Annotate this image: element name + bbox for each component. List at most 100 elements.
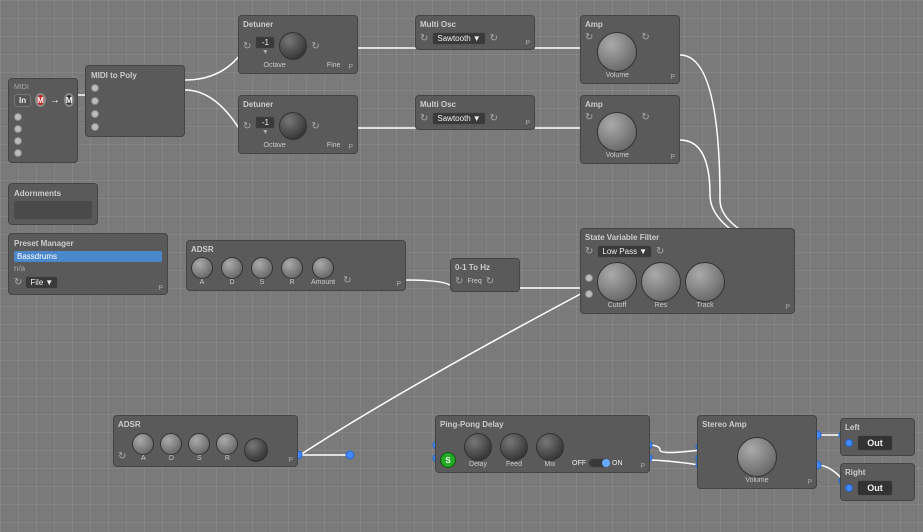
out-left-port[interactable]	[845, 439, 853, 447]
detuner1-value[interactable]: -1	[255, 36, 275, 49]
preset-manager-module: Preset Manager Bassdrums n/a File ▼ P	[8, 233, 168, 295]
adsr1-s-knob[interactable]	[251, 257, 273, 279]
adsr1-a-knob[interactable]	[191, 257, 213, 279]
multiosc1-refresh-left[interactable]	[420, 33, 428, 44]
poly-port-2[interactable]	[91, 97, 99, 105]
detuner1-refresh-right[interactable]	[311, 41, 319, 52]
svf-filter-dropdown[interactable]: Low Pass ▼	[597, 245, 652, 258]
preset-dropdown-arrow: ▼	[45, 278, 53, 287]
amp2-refresh-right[interactable]	[641, 112, 649, 123]
adsr1-s-label: S	[260, 279, 265, 286]
adsr2-extra-knob[interactable]	[244, 438, 268, 462]
preset-manager-refresh[interactable]	[14, 277, 22, 288]
preset-file-dropdown[interactable]: File ▼	[25, 276, 58, 289]
svf-filter-label: Low Pass	[602, 247, 637, 256]
stereo-amp-title: Stereo Amp	[702, 420, 812, 429]
toggle-off-label: OFF	[572, 460, 586, 467]
multiosc2-waveform-dropdown[interactable]: Sawtooth ▼	[432, 112, 485, 125]
svf-res-knob[interactable]	[641, 262, 681, 302]
ping-pong-toggle[interactable]: OFF ON	[572, 458, 623, 468]
adsr1-amount-knob[interactable]	[312, 257, 334, 279]
ping-pong-p-label: P	[640, 463, 645, 470]
ping-pong-delay-label: Delay	[469, 461, 487, 468]
poly-port-1[interactable]	[91, 84, 99, 92]
out-right-port[interactable]	[845, 484, 853, 492]
ping-pong-title: Ping-Pong Delay	[440, 420, 645, 429]
detuner-1-module: Detuner -1 ▼ Octave Fine P	[238, 15, 358, 74]
amp1-refresh-right[interactable]	[641, 32, 649, 43]
adsr1-r-knob[interactable]	[281, 257, 303, 279]
midi-port-3[interactable]	[14, 137, 22, 145]
stereo-amp-volume-knob[interactable]	[737, 437, 777, 477]
zero-to-hz-refresh-left[interactable]	[455, 276, 463, 287]
adsr1-d-knob[interactable]	[221, 257, 243, 279]
detuner2-down-arrow[interactable]: ▼	[262, 129, 269, 136]
svf-res-label: Res	[655, 302, 667, 309]
adsr2-s-label: S	[197, 455, 202, 462]
detuner2-refresh-right[interactable]	[311, 121, 319, 132]
midi-port-1[interactable]	[14, 113, 22, 121]
detuner1-octave-label: Octave	[264, 62, 286, 69]
adsr2-r-knob[interactable]	[216, 433, 238, 455]
zero-to-hz-module: 0-1 To Hz Freq	[450, 258, 520, 292]
amp2-volume-knob[interactable]	[597, 112, 637, 152]
ping-pong-s-icon[interactable]: S	[440, 452, 456, 468]
poly-port-4[interactable]	[91, 123, 99, 131]
ping-pong-module: Ping-Pong Delay S Delay Feed Mix OFF ON …	[435, 415, 650, 473]
ping-pong-mix-label: Mix	[545, 461, 556, 468]
multiosc1-p-label: P	[525, 40, 530, 47]
toggle-track[interactable]	[588, 458, 610, 468]
midi-port-2[interactable]	[14, 125, 22, 133]
multiosc-1-module: Multi Osc Sawtooth ▼ P	[415, 15, 535, 50]
detuner2-refresh-left[interactable]	[243, 121, 251, 132]
amp2-refresh-left[interactable]	[585, 112, 593, 123]
adsr1-r-label: R	[289, 279, 294, 286]
midi-port-4[interactable]	[14, 149, 22, 157]
zero-to-hz-refresh-right[interactable]	[486, 276, 494, 287]
svf-refresh-right[interactable]	[656, 246, 664, 257]
svf-p-label: P	[785, 304, 790, 311]
adsr2-s-knob[interactable]	[188, 433, 210, 455]
adornments-module: Adornments	[8, 183, 98, 225]
svf-refresh-left[interactable]	[585, 246, 593, 257]
multiosc2-refresh-left[interactable]	[420, 113, 428, 124]
stereo-amp-p-label: P	[807, 479, 812, 486]
out-right-title: Right	[845, 468, 910, 477]
ping-pong-mix-knob[interactable]	[536, 433, 564, 461]
detuner1-fine-label: Fine	[327, 62, 341, 69]
amp1-volume-knob[interactable]	[597, 32, 637, 72]
svf-port-2[interactable]	[585, 290, 593, 298]
svf-port-1[interactable]	[585, 274, 593, 282]
svf-title: State Variable Filter	[585, 233, 790, 242]
ping-pong-feed-label: Feed	[506, 461, 522, 468]
adsr1-refresh[interactable]	[343, 275, 351, 286]
adsr1-p-label: P	[396, 281, 401, 288]
amp2-volume-label: Volume	[606, 152, 629, 159]
amp1-refresh-left[interactable]	[585, 32, 593, 43]
midi-m-icon-dark: M	[64, 93, 75, 107]
amp-2-module: Amp Volume P	[580, 95, 680, 164]
midi-in-badge: In	[14, 94, 31, 107]
detuner1-fine-knob[interactable]	[279, 32, 307, 60]
adsr2-refresh-left[interactable]	[118, 451, 126, 462]
ping-pong-feed-knob[interactable]	[500, 433, 528, 461]
svf-track-knob[interactable]	[685, 262, 725, 302]
midi-title: MIDI	[14, 84, 72, 91]
adsr2-d-knob[interactable]	[160, 433, 182, 455]
ping-pong-delay-knob[interactable]	[464, 433, 492, 461]
poly-port-3[interactable]	[91, 110, 99, 118]
multiosc2-waveform-label: Sawtooth	[437, 114, 470, 123]
multiosc1-waveform-dropdown[interactable]: Sawtooth ▼	[432, 32, 485, 45]
midi-to-poly-module: MIDI to Poly	[85, 65, 185, 137]
stereo-amp-volume-label: Volume	[745, 477, 768, 484]
detuner1-refresh-left[interactable]	[243, 41, 251, 52]
multiosc2-refresh-right[interactable]	[490, 113, 498, 124]
adsr2-a-knob[interactable]	[132, 433, 154, 455]
svf-cutoff-knob[interactable]	[597, 262, 637, 302]
detuner1-down-arrow[interactable]: ▼	[262, 49, 269, 56]
multiosc1-refresh-right[interactable]	[490, 33, 498, 44]
multiosc1-waveform-label: Sawtooth	[437, 34, 470, 43]
detuner2-value[interactable]: -1	[255, 116, 275, 129]
detuner2-fine-knob[interactable]	[279, 112, 307, 140]
preset-text-field-1[interactable]: Bassdrums	[14, 251, 162, 262]
